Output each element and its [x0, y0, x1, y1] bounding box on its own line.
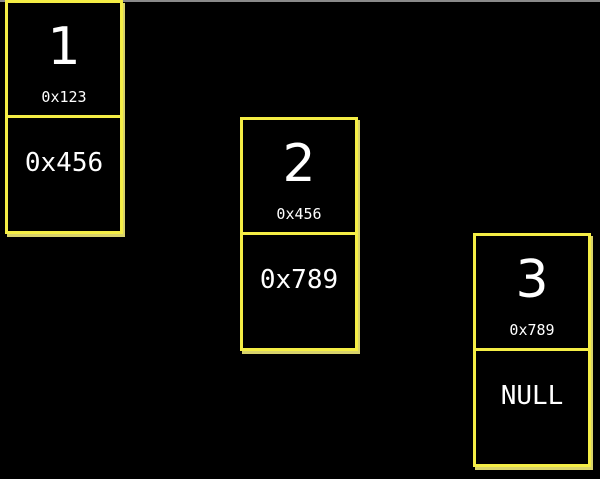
node-next-pointer: 0x789 [259, 265, 339, 295]
node-address: 0x789 [509, 321, 555, 339]
node-next-cell: 0x456 [8, 118, 120, 231]
linked-list-node-1: 1 0x123 0x456 [5, 0, 123, 234]
node-address: 0x123 [41, 88, 87, 106]
node-address: 0x456 [276, 205, 322, 223]
node-next-pointer: NULL [500, 381, 564, 411]
node-data-cell: 2 0x456 [243, 120, 355, 235]
node-data-cell: 3 0x789 [476, 236, 588, 351]
node-next-cell: NULL [476, 351, 588, 464]
node-value: 2 [282, 134, 316, 194]
node-data-cell: 1 0x123 [8, 3, 120, 118]
node-next-pointer: 0x456 [24, 148, 104, 178]
linked-list-node-3: 3 0x789 NULL [473, 233, 591, 467]
node-value: 3 [515, 250, 549, 310]
linked-list-node-2: 2 0x456 0x789 [240, 117, 358, 351]
node-next-cell: 0x789 [243, 235, 355, 348]
node-value: 1 [47, 17, 81, 77]
